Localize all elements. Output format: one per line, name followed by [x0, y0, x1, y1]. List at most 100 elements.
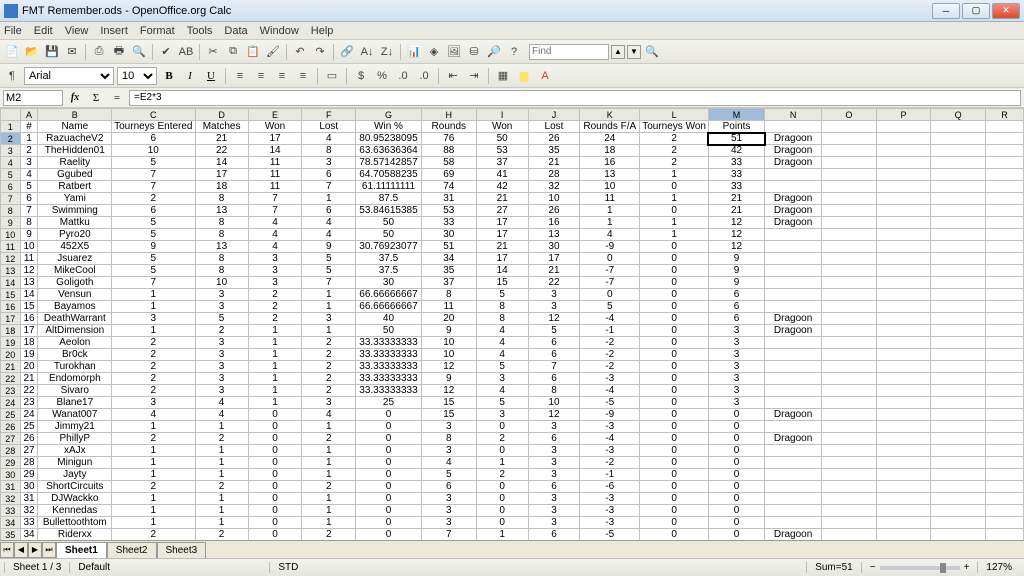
cell-J16[interactable]: 3: [528, 301, 580, 313]
cell-A23[interactable]: 22: [20, 385, 38, 397]
cell-P18[interactable]: [876, 325, 931, 337]
cell-D35[interactable]: 2: [195, 529, 248, 541]
cell-Q34[interactable]: [931, 517, 986, 529]
tab-last-icon[interactable]: ⏭: [42, 542, 56, 558]
cell-I3[interactable]: 53: [476, 145, 528, 157]
cell-Q5[interactable]: [931, 169, 986, 181]
cell-C7[interactable]: 2: [112, 193, 195, 205]
cell-L19[interactable]: 0: [640, 337, 709, 349]
cell-C6[interactable]: 7: [112, 181, 195, 193]
cell-L32[interactable]: 0: [640, 493, 709, 505]
cell-K26[interactable]: -3: [580, 421, 640, 433]
cell-M11[interactable]: 12: [708, 241, 764, 253]
menu-insert[interactable]: Insert: [100, 25, 128, 37]
cell-M29[interactable]: 0: [708, 457, 764, 469]
cell-N10[interactable]: [765, 229, 822, 241]
row-header-6[interactable]: 6: [1, 181, 21, 193]
cell-A9[interactable]: 8: [20, 217, 38, 229]
cell-M33[interactable]: 0: [708, 505, 764, 517]
cell-H17[interactable]: 20: [421, 313, 476, 325]
cell-E32[interactable]: 0: [248, 493, 302, 505]
cell-G27[interactable]: 0: [356, 433, 422, 445]
cell-C30[interactable]: 1: [112, 469, 195, 481]
cell-D9[interactable]: 8: [195, 217, 248, 229]
cell-C25[interactable]: 4: [112, 409, 195, 421]
cell-I1[interactable]: Won: [476, 121, 528, 133]
cell-L15[interactable]: 0: [640, 289, 709, 301]
cell-B30[interactable]: Jayty: [38, 469, 112, 481]
cell-G25[interactable]: 0: [356, 409, 422, 421]
cell-K14[interactable]: -7: [580, 277, 640, 289]
cell-D30[interactable]: 1: [195, 469, 248, 481]
cell-A33[interactable]: 32: [20, 505, 38, 517]
cell-M15[interactable]: 6: [708, 289, 764, 301]
cell-O16[interactable]: [822, 301, 877, 313]
cell-N28[interactable]: [765, 445, 822, 457]
cell-R4[interactable]: [985, 157, 1023, 169]
cell-D24[interactable]: 4: [195, 397, 248, 409]
cell-A24[interactable]: 23: [20, 397, 38, 409]
cell-Q8[interactable]: [931, 205, 986, 217]
cell-K17[interactable]: -4: [580, 313, 640, 325]
cell-N1[interactable]: [765, 121, 822, 133]
cell-I15[interactable]: 5: [476, 289, 528, 301]
cell-Q1[interactable]: [931, 121, 986, 133]
row-header-24[interactable]: 24: [1, 397, 21, 409]
cell-H16[interactable]: 11: [421, 301, 476, 313]
cell-G23[interactable]: 33.33333333: [356, 385, 422, 397]
cell-M25[interactable]: 0: [708, 409, 764, 421]
zoom-icon[interactable]: 🔎: [485, 43, 503, 61]
cell-J17[interactable]: 12: [528, 313, 580, 325]
cell-O31[interactable]: [822, 481, 877, 493]
decimal-add-icon[interactable]: .0: [394, 67, 412, 85]
cell-N30[interactable]: [765, 469, 822, 481]
cell-G24[interactable]: 25: [356, 397, 422, 409]
cell-H29[interactable]: 4: [421, 457, 476, 469]
cell-I23[interactable]: 4: [476, 385, 528, 397]
cell-L23[interactable]: 0: [640, 385, 709, 397]
cell-H6[interactable]: 74: [421, 181, 476, 193]
copy-icon[interactable]: ⧉: [224, 43, 242, 61]
cell-H2[interactable]: 76: [421, 133, 476, 145]
col-header-B[interactable]: B: [38, 109, 112, 121]
cell-L35[interactable]: 0: [640, 529, 709, 541]
cell-K28[interactable]: -3: [580, 445, 640, 457]
row-header-2[interactable]: 2: [1, 133, 21, 145]
cell-R8[interactable]: [985, 205, 1023, 217]
underline-button[interactable]: U: [202, 67, 220, 85]
cell-I17[interactable]: 8: [476, 313, 528, 325]
cell-Q31[interactable]: [931, 481, 986, 493]
cell-L26[interactable]: 0: [640, 421, 709, 433]
cell-R16[interactable]: [985, 301, 1023, 313]
cell-N35[interactable]: Dragoon: [765, 529, 822, 541]
cell-R1[interactable]: [985, 121, 1023, 133]
cell-K23[interactable]: -4: [580, 385, 640, 397]
cell-H10[interactable]: 30: [421, 229, 476, 241]
link-icon[interactable]: 🔗: [338, 43, 356, 61]
cell-J7[interactable]: 10: [528, 193, 580, 205]
cell-K3[interactable]: 18: [580, 145, 640, 157]
cell-D11[interactable]: 13: [195, 241, 248, 253]
cell-H1[interactable]: Rounds: [421, 121, 476, 133]
cell-M6[interactable]: 33: [708, 181, 764, 193]
cell-F10[interactable]: 4: [302, 229, 356, 241]
cell-M20[interactable]: 3: [708, 349, 764, 361]
cell-B3[interactable]: TheHidden01: [38, 145, 112, 157]
cell-C23[interactable]: 2: [112, 385, 195, 397]
cell-A11[interactable]: 10: [20, 241, 38, 253]
col-header-E[interactable]: E: [248, 109, 302, 121]
cell-K8[interactable]: 1: [580, 205, 640, 217]
cell-O23[interactable]: [822, 385, 877, 397]
cell-E17[interactable]: 2: [248, 313, 302, 325]
cell-R2[interactable]: [985, 133, 1023, 145]
cell-O11[interactable]: [822, 241, 877, 253]
cell-E31[interactable]: 0: [248, 481, 302, 493]
cell-P4[interactable]: [876, 157, 931, 169]
cell-K22[interactable]: -3: [580, 373, 640, 385]
cell-G10[interactable]: 50: [356, 229, 422, 241]
row-header-25[interactable]: 25: [1, 409, 21, 421]
cell-P8[interactable]: [876, 205, 931, 217]
border-icon[interactable]: ▦: [494, 67, 512, 85]
cell-L17[interactable]: 0: [640, 313, 709, 325]
cell-D34[interactable]: 1: [195, 517, 248, 529]
